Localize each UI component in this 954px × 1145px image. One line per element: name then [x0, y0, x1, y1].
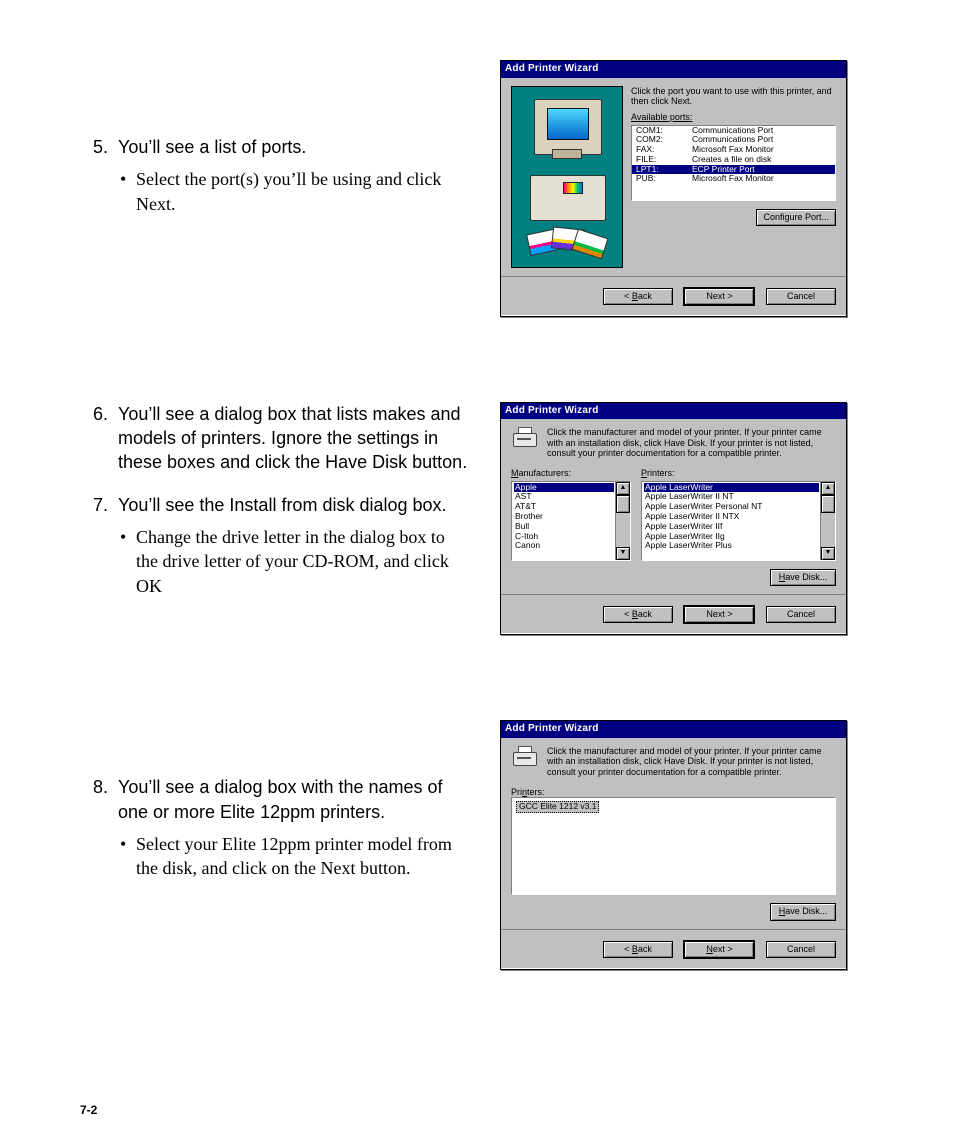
- step-8-sub1: Select your Elite 12ppm printer model fr…: [118, 832, 470, 881]
- next-button[interactable]: Next >: [683, 940, 755, 959]
- next-button[interactable]: Next >: [683, 605, 755, 624]
- page-number: 7-2: [80, 1103, 97, 1117]
- cancel-button[interactable]: Cancel: [766, 606, 836, 623]
- dialog2-title: Add Printer Wizard: [501, 403, 846, 420]
- printers-single-listbox[interactable]: GCC Elite 1212 v3.1: [511, 797, 836, 895]
- step-8-text: You’ll see a dialog box with the names o…: [118, 777, 443, 821]
- dialog1-title: Add Printer Wizard: [501, 61, 846, 78]
- step-7-text: You’ll see the Install from disk dialog …: [118, 495, 447, 515]
- dialog3-printers-label: Printers:: [511, 787, 836, 797]
- scroll-thumb[interactable]: [616, 495, 630, 513]
- dialog-select-printer: Add Printer Wizard Click the manufacture…: [500, 720, 847, 970]
- scroll-up-icon[interactable]: ▲: [821, 482, 835, 495]
- dialog3-prompt: Click the manufacturer and model of your…: [547, 746, 836, 777]
- scrollbar[interactable]: ▲ ▼: [615, 482, 630, 560]
- wizard-illustration: [511, 86, 623, 268]
- manufacturer-item[interactable]: Brother: [514, 512, 614, 522]
- printer-icon: [530, 175, 606, 221]
- port-row[interactable]: PUB:Microsoft Fax Monitor: [632, 174, 835, 184]
- step5-row: 5. You’ll see a list of ports. Select th…: [80, 60, 894, 317]
- selected-printer-item[interactable]: GCC Elite 1212 v3.1: [516, 801, 599, 813]
- cancel-button[interactable]: Cancel: [766, 288, 836, 305]
- scrollbar[interactable]: ▲ ▼: [820, 482, 835, 560]
- dialog-ports: Add Printer Wizard Click the port you wa…: [500, 60, 847, 317]
- next-button[interactable]: Next >: [683, 287, 755, 306]
- step6-7-row: 6. You’ll see a dialog box that lists ma…: [80, 402, 894, 636]
- step-5-sub1: Select the port(s) you’ll be using and c…: [118, 167, 470, 216]
- monitor-icon: [534, 99, 602, 155]
- step5-text: 5. You’ll see a list of ports. Select th…: [80, 135, 470, 234]
- step8-text: 8. You’ll see a dialog box with the name…: [80, 775, 470, 898]
- scroll-down-icon[interactable]: ▼: [821, 547, 835, 560]
- step-6: 6. You’ll see a dialog box that lists ma…: [80, 402, 470, 475]
- step-8: 8. You’ll see a dialog box with the name…: [80, 775, 470, 880]
- papers-icon: [528, 225, 606, 257]
- have-disk-button[interactable]: Have Disk...: [770, 903, 836, 920]
- available-ports-label: Available ports:: [631, 112, 836, 122]
- dialog3-title: Add Printer Wizard: [501, 721, 846, 738]
- scroll-down-icon[interactable]: ▼: [616, 547, 630, 560]
- step-8-num: 8.: [80, 775, 108, 799]
- printers-listbox[interactable]: Apple LaserWriterApple LaserWriter II NT…: [641, 481, 836, 561]
- dialog2-footer: < Back Next > Cancel: [501, 594, 846, 634]
- step-5-text: You’ll see a list of ports.: [118, 137, 306, 157]
- back-button[interactable]: < Back: [603, 941, 673, 958]
- printer-small-icon: [511, 427, 539, 449]
- printers-label: Printers:: [641, 468, 836, 478]
- printer-small-icon: [511, 746, 539, 768]
- manufacturers-listbox[interactable]: AppleASTAT&TBrotherBullC-ItohCanon ▲ ▼: [511, 481, 631, 561]
- dialog3-footer: < Back Next > Cancel: [501, 929, 846, 969]
- scroll-thumb[interactable]: [821, 495, 835, 513]
- scroll-up-icon[interactable]: ▲: [616, 482, 630, 495]
- cancel-button[interactable]: Cancel: [766, 941, 836, 958]
- step-7-sub1: Change the drive letter in the dialog bo…: [118, 525, 470, 598]
- dialog-manufacturers: Add Printer Wizard Click the manufacture…: [500, 402, 847, 636]
- manufacturer-item[interactable]: Canon: [514, 541, 614, 551]
- configure-port-button[interactable]: Configure Port...: [756, 209, 836, 226]
- manufacturers-label: Manufacturers:: [511, 468, 631, 478]
- step-7: 7. You’ll see the Install from disk dial…: [80, 493, 470, 598]
- dialog1-prompt: Click the port you want to use with this…: [631, 86, 836, 107]
- step-5-num: 5.: [80, 135, 108, 159]
- step6-7-text: 6. You’ll see a dialog box that lists ma…: [80, 402, 470, 616]
- have-disk-button[interactable]: Have Disk...: [770, 569, 836, 586]
- step-6-text: You’ll see a dialog box that lists makes…: [118, 404, 467, 473]
- dialog2-prompt: Click the manufacturer and model of your…: [547, 427, 836, 458]
- back-button[interactable]: < Back: [603, 606, 673, 623]
- step-5: 5. You’ll see a list of ports. Select th…: [80, 135, 470, 216]
- dialog1-footer: < Back Next > Cancel: [501, 276, 846, 316]
- back-button[interactable]: < Back: [603, 288, 673, 305]
- step8-row: 8. You’ll see a dialog box with the name…: [80, 720, 894, 970]
- printer-item[interactable]: Apple LaserWriter Plus: [644, 541, 819, 551]
- step-7-num: 7.: [80, 493, 108, 517]
- step-6-num: 6.: [80, 402, 108, 426]
- ports-listbox[interactable]: COM1:Communications PortCOM2:Communicati…: [631, 125, 836, 201]
